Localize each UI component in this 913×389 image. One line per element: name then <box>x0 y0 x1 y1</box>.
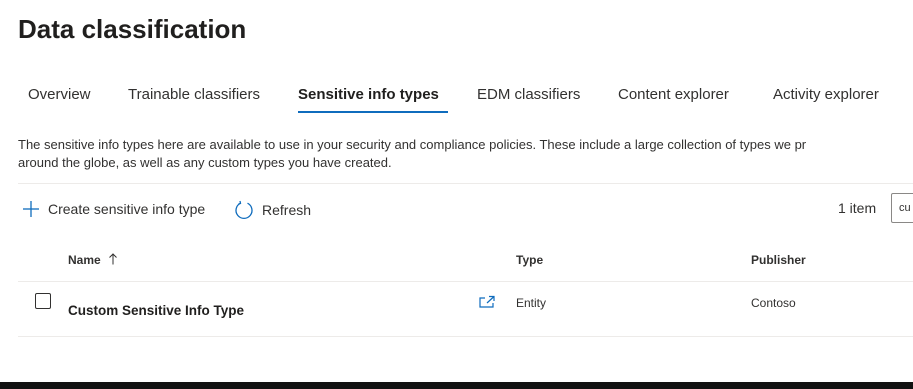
create-sensitive-info-type-button[interactable]: Create sensitive info type <box>22 200 205 218</box>
description-line-1: The sensitive info types here are availa… <box>18 137 807 152</box>
tab-content-explorer[interactable]: Content explorer <box>618 86 729 103</box>
active-tab-indicator <box>298 111 448 113</box>
refresh-icon <box>235 200 253 219</box>
tab-overview[interactable]: Overview <box>28 86 91 103</box>
create-button-label: Create sensitive info type <box>48 201 206 217</box>
column-header-type[interactable]: Type <box>516 253 543 267</box>
row-type: Entity <box>516 296 547 310</box>
row-name[interactable]: Custom Sensitive Info Type <box>68 303 244 318</box>
toolbar-divider <box>18 183 913 184</box>
tab-edm-classifiers[interactable]: EDM classifiers <box>477 86 580 103</box>
page-description: The sensitive info types here are availa… <box>18 136 913 172</box>
sort-ascending-icon <box>109 253 117 265</box>
row-divider <box>18 336 913 337</box>
row-publisher: Contoso <box>751 296 796 310</box>
refresh-button-label: Refresh <box>262 202 312 218</box>
column-header-publisher[interactable]: Publisher <box>751 253 806 267</box>
header-divider <box>18 281 913 282</box>
bottom-border <box>0 382 913 389</box>
open-in-new-icon[interactable] <box>478 295 496 309</box>
description-line-2: around the globe, as well as any custom … <box>18 155 392 170</box>
column-header-name[interactable]: Name <box>68 253 118 267</box>
page-title: Data classification <box>18 14 247 44</box>
plus-icon <box>23 201 39 217</box>
tab-sensitive-info-types[interactable]: Sensitive info types <box>298 86 439 103</box>
search-input[interactable]: cu <box>891 193 913 223</box>
tab-bar: Overview Trainable classifiers Sensitive… <box>0 82 913 116</box>
tab-trainable-classifiers[interactable]: Trainable classifiers <box>128 86 260 103</box>
refresh-button[interactable]: Refresh <box>234 200 311 220</box>
item-count: 1 item <box>838 200 877 216</box>
row-checkbox[interactable] <box>35 293 51 309</box>
tab-activity-explorer[interactable]: Activity explorer <box>773 86 879 103</box>
column-header-name-label: Name <box>68 253 101 267</box>
